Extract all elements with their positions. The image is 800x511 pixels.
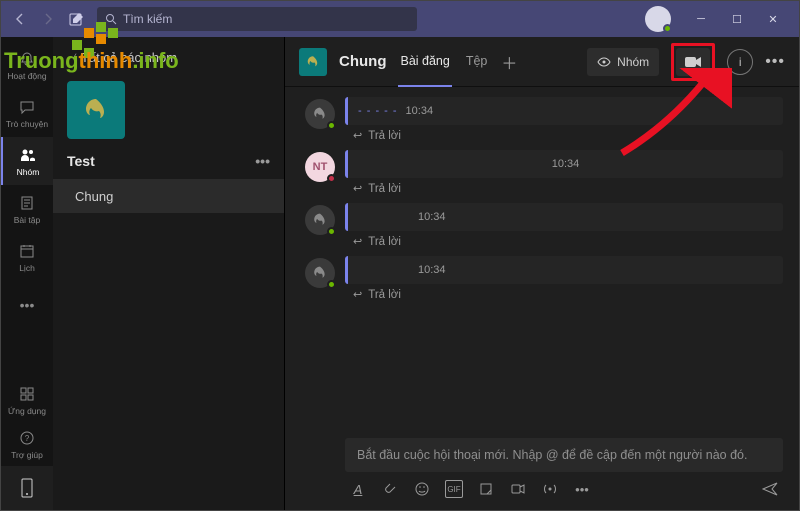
rail-device[interactable]: [1, 466, 53, 510]
presence-dot: [663, 24, 672, 33]
message-bubble[interactable]: 10:34: [345, 150, 783, 178]
sticker-button[interactable]: [477, 480, 495, 498]
reply-button[interactable]: ↩Trả lời: [345, 178, 783, 197]
send-button[interactable]: [761, 480, 779, 498]
team-tile[interactable]: [53, 77, 284, 147]
message-feed: - - - - -10:34 ↩Trả lời NT 10:34: [285, 87, 799, 432]
forward-button[interactable]: [37, 8, 59, 30]
search-icon: [105, 13, 117, 25]
back-button[interactable]: [9, 8, 31, 30]
post-item: - - - - -10:34 ↩Trả lời: [305, 97, 783, 144]
compose-area: Bắt đầu cuộc hội thoại mới. Nhập @ để đề…: [285, 432, 799, 510]
app-body: Hoạt động Trò chuyện Nhóm Bài tập Lịch •…: [1, 37, 799, 510]
post-item: 10:34 ↩Trả lời: [305, 256, 783, 303]
presence-dot: [327, 174, 336, 183]
titlebar: Tìm kiếm ─ ☐ ✕: [1, 1, 799, 37]
search-input[interactable]: Tìm kiếm: [97, 7, 417, 31]
attach-button[interactable]: [381, 480, 399, 498]
app-rail: Hoạt động Trò chuyện Nhóm Bài tập Lịch •…: [1, 37, 53, 510]
team-more-button[interactable]: •••: [255, 153, 270, 169]
team-avatar: [67, 81, 125, 139]
teams-panel: 〈Tất cả các nhóm Test ••• Chung: [53, 37, 285, 510]
team-badge-icon: [299, 48, 327, 76]
apps-icon: [17, 384, 37, 404]
tab-posts[interactable]: Bài đăng: [398, 37, 451, 87]
video-camera-icon: [684, 55, 702, 69]
post-item: 10:34 ↩Trả lời: [305, 203, 783, 250]
channel-header: Chung Bài đăng Tệp ＋ Nhóm i •••: [285, 37, 799, 87]
post-avatar: [305, 99, 335, 129]
all-teams-link[interactable]: 〈Tất cả các nhóm: [53, 37, 284, 77]
rail-teams[interactable]: Nhóm: [1, 137, 53, 185]
rail-apps[interactable]: Ứng dụng: [1, 378, 53, 422]
new-message-button[interactable]: [65, 7, 89, 31]
search-placeholder: Tìm kiếm: [123, 12, 172, 26]
stream-button[interactable]: [541, 480, 559, 498]
post-avatar: NT: [305, 152, 335, 182]
reply-button[interactable]: ↩Trả lời: [345, 231, 783, 250]
app-window: Tìm kiếm ─ ☐ ✕ Hoạt động Trò chuyện Nh: [0, 0, 800, 511]
meet-tool-button[interactable]: [509, 480, 527, 498]
compose-input[interactable]: Bắt đầu cuộc hội thoại mới. Nhập @ để đề…: [345, 438, 783, 472]
nav-arrows: [9, 8, 59, 30]
close-button[interactable]: ✕: [755, 3, 791, 35]
meet-now-button[interactable]: [676, 48, 710, 76]
help-icon: ?: [17, 428, 37, 448]
post-avatar: [305, 258, 335, 288]
message-bubble[interactable]: - - - - -10:34: [345, 97, 783, 125]
profile-avatar[interactable]: [645, 6, 671, 32]
meet-button-highlight: [671, 43, 715, 81]
rail-help[interactable]: ? Trợ giúp: [1, 422, 53, 466]
assignments-icon: [17, 193, 37, 213]
team-name-row: Test •••: [53, 147, 284, 179]
gif-button[interactable]: GIF: [445, 480, 463, 498]
reply-button[interactable]: ↩Trả lời: [345, 284, 783, 303]
svg-text:?: ?: [25, 434, 30, 443]
channel-title: Chung: [339, 53, 386, 70]
rail-chat[interactable]: Trò chuyện: [1, 89, 53, 137]
rail-activity[interactable]: Hoạt động: [1, 41, 53, 89]
message-bubble[interactable]: 10:34: [345, 203, 783, 231]
device-icon: [17, 478, 37, 498]
presence-dot: [327, 227, 336, 236]
rail-calendar[interactable]: Lịch: [1, 233, 53, 281]
compose-toolbar: A GIF •••: [345, 472, 783, 498]
presence-dot: [327, 121, 336, 130]
header-more-button[interactable]: •••: [765, 53, 785, 71]
dots-icon: •••: [17, 295, 37, 315]
more-tools-button[interactable]: •••: [573, 480, 591, 498]
calendar-icon: [17, 241, 37, 261]
teams-icon: [18, 145, 38, 165]
team-name: Test: [67, 153, 95, 169]
main-content: Chung Bài đăng Tệp ＋ Nhóm i •••: [285, 37, 799, 510]
rail-more[interactable]: •••: [1, 281, 53, 329]
post-item: NT 10:34 ↩Trả lời: [305, 150, 783, 197]
bell-icon: [17, 49, 37, 69]
channel-item[interactable]: Chung: [53, 179, 284, 213]
presence-dot: [327, 280, 336, 289]
maximize-button[interactable]: ☐: [719, 3, 755, 35]
add-tab-button[interactable]: ＋: [501, 50, 517, 74]
minimize-button[interactable]: ─: [683, 3, 719, 35]
format-button[interactable]: A: [349, 480, 367, 498]
eye-icon: [597, 55, 611, 69]
team-visibility-button[interactable]: Nhóm: [587, 48, 659, 76]
rail-assignments[interactable]: Bài tập: [1, 185, 53, 233]
window-controls: ─ ☐ ✕: [683, 3, 791, 35]
post-avatar: [305, 205, 335, 235]
chat-icon: [17, 97, 37, 117]
tab-files[interactable]: Tệp: [464, 37, 490, 87]
message-bubble[interactable]: 10:34: [345, 256, 783, 284]
emoji-button[interactable]: [413, 480, 431, 498]
info-button[interactable]: i: [727, 49, 753, 75]
reply-button[interactable]: ↩Trả lời: [345, 125, 783, 144]
